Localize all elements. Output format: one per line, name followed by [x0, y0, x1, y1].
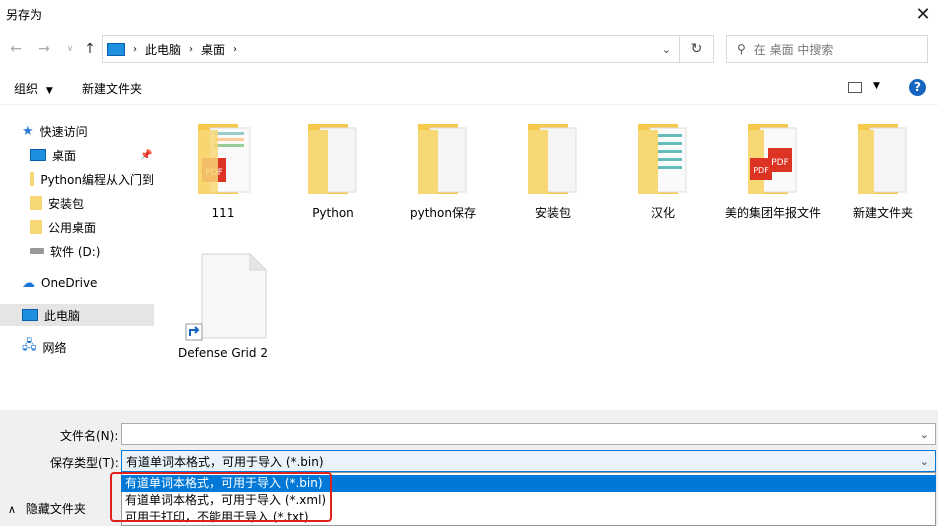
up-button[interactable]: ↑: [80, 38, 100, 60]
list-item[interactable]: Python: [278, 118, 388, 221]
close-icon: ✕: [915, 3, 931, 25]
file-label: 安装包: [534, 206, 571, 220]
sidebar-item-drive-d[interactable]: 软件 (D:): [0, 240, 154, 262]
breadcrumb-desktop[interactable]: 桌面: [201, 41, 225, 58]
breadcrumb-this-pc[interactable]: 此电脑: [145, 41, 181, 58]
address-dropdown-icon[interactable]: ⌄: [662, 43, 671, 56]
cloud-icon: ☁: [22, 275, 35, 291]
folder-icon: [858, 124, 907, 194]
folder-icon: [30, 172, 35, 186]
file-label: 美的集团年报文件: [724, 206, 821, 220]
breadcrumb-separator-icon: ›: [189, 43, 194, 55]
svg-text:PDF: PDF: [753, 166, 769, 175]
navigation-pane: ★ 快速访问 桌面 📌 Python编程从入门到 安装包 公用桌面 软件 (D:…: [0, 104, 154, 410]
highlight-annotation: [110, 472, 332, 522]
list-item[interactable]: 新建文件夹: [828, 118, 938, 221]
recent-locations-button[interactable]: ∨: [60, 38, 80, 60]
new-folder-button[interactable]: 新建文件夹: [82, 80, 142, 97]
hide-folders-label: 隐藏文件夹: [25, 502, 86, 516]
search-input[interactable]: ⚲ 在 桌面 中搜索: [726, 35, 928, 63]
sidebar-item-installers[interactable]: 安装包: [0, 192, 154, 214]
svg-text:PDF: PDF: [771, 158, 789, 168]
list-item[interactable]: PDF PDF 美的集团年报文件: [718, 118, 828, 221]
breadcrumb-separator-icon: ›: [233, 43, 238, 55]
caret-down-icon: ▼: [45, 86, 53, 96]
back-button[interactable]: ←: [6, 38, 26, 60]
folder-icon: [30, 220, 42, 234]
list-item[interactable]: python保存: [388, 118, 498, 221]
forward-arrow-icon: →: [38, 41, 50, 57]
folder-icon: [418, 124, 467, 194]
desktop-icon: [30, 149, 46, 161]
sidebar-item-public-desktop[interactable]: 公用桌面: [0, 216, 154, 238]
breadcrumb-separator-icon: ›: [133, 43, 137, 55]
close-button[interactable]: ✕: [908, 0, 938, 28]
sidebar-item-quick-access[interactable]: ★ 快速访问: [0, 120, 154, 142]
up-arrow-icon: ↑: [84, 41, 96, 57]
help-icon[interactable]: ?: [909, 79, 926, 96]
back-arrow-icon: ←: [10, 41, 22, 57]
title-bar: 另存为 ✕: [0, 0, 938, 30]
drive-icon: [30, 248, 44, 254]
file-label: 111: [211, 206, 235, 220]
filename-label: 文件名(N):: [60, 429, 119, 443]
address-bar[interactable]: › 此电脑 › 桌面 › ⌄: [102, 35, 680, 63]
save-type-value: 有道单词本格式，可用于导入 (*.bin): [126, 454, 324, 469]
list-item[interactable]: 汉化: [608, 118, 718, 221]
folder-with-pdf-icon: PDF: [198, 124, 251, 194]
window-title: 另存为: [6, 8, 43, 22]
folder-with-document-icon: [638, 124, 687, 194]
file-label: Python: [312, 206, 354, 220]
refresh-icon: ↻: [690, 41, 703, 57]
organize-button[interactable]: 组织 ▼: [14, 80, 53, 97]
chevron-up-icon: ∧: [8, 503, 17, 516]
file-label: 新建文件夹: [852, 206, 913, 220]
list-item[interactable]: 安装包: [498, 118, 608, 221]
new-folder-label: 新建文件夹: [82, 82, 143, 96]
search-icon: ⚲: [737, 42, 746, 56]
chevron-down-icon: ∨: [66, 44, 74, 54]
folder-icon: [528, 124, 577, 194]
list-item[interactable]: PDF 111: [168, 118, 278, 221]
file-label: Defense Grid 2: [178, 346, 268, 360]
folder-with-pdf-icon: PDF PDF: [748, 124, 797, 194]
command-bar: 组织 ▼ 新建文件夹 ▼ ?: [0, 72, 938, 105]
search-placeholder: 在 桌面 中搜索: [753, 42, 834, 57]
computer-icon: [22, 309, 38, 321]
sidebar-item-python-book[interactable]: Python编程从入门到: [0, 168, 154, 190]
view-options-icon[interactable]: [848, 82, 862, 93]
folder-icon: [30, 196, 42, 210]
file-list: PDF 111 Python python保存 安装包: [160, 104, 938, 410]
sidebar-item-this-pc[interactable]: 此电脑: [0, 304, 154, 326]
file-label: python保存: [410, 206, 476, 220]
organize-label: 组织: [14, 82, 39, 96]
folder-icon: [308, 124, 357, 194]
chevron-down-icon[interactable]: ⌄: [920, 455, 929, 468]
sidebar-item-network[interactable]: 🖧 网络: [0, 336, 154, 358]
star-icon: ★: [22, 123, 34, 139]
shortcut-file-icon: [185, 252, 268, 341]
computer-icon: [107, 42, 125, 56]
save-type-select[interactable]: 有道单词本格式，可用于导入 (*.bin) ⌄: [121, 450, 936, 472]
refresh-button[interactable]: ↻: [680, 35, 714, 63]
chevron-down-icon[interactable]: ⌄: [920, 428, 929, 441]
view-dropdown-icon[interactable]: ▼: [873, 81, 880, 91]
forward-button[interactable]: →: [34, 38, 54, 60]
list-item[interactable]: Defense Grid 2: [168, 252, 278, 361]
pin-icon[interactable]: 📌: [140, 150, 152, 161]
network-icon: 🖧: [22, 338, 37, 353]
filename-field[interactable]: ⌄: [121, 423, 936, 445]
sidebar-item-desktop[interactable]: 桌面 📌: [0, 144, 154, 166]
sidebar-item-onedrive[interactable]: ☁ OneDrive: [0, 272, 154, 294]
hide-folders-toggle[interactable]: ∧ 隐藏文件夹: [8, 500, 86, 517]
save-type-label: 保存类型(T):: [50, 456, 119, 470]
file-label: 汉化: [650, 206, 675, 220]
